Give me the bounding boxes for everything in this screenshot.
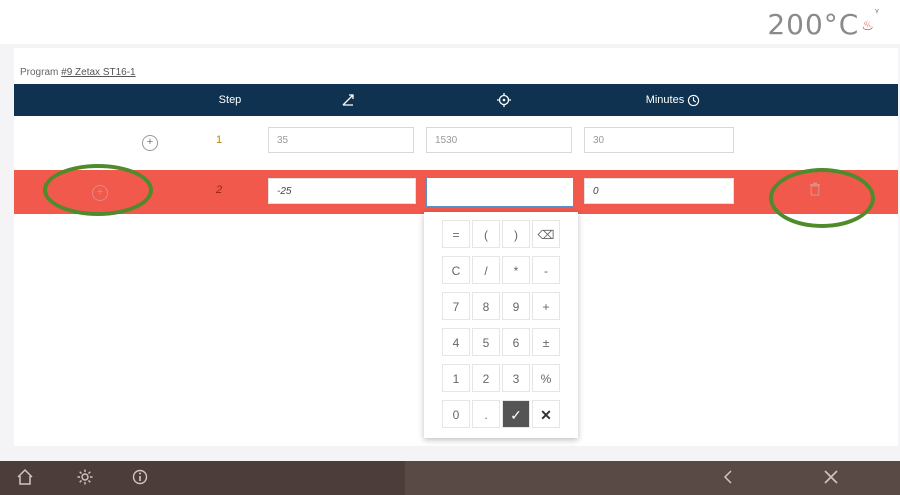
column-step: Step bbox=[218, 94, 242, 106]
key-0[interactable]: 0 bbox=[442, 400, 470, 428]
confirm-check-icon[interactable]: ✓ bbox=[502, 400, 530, 428]
column-minutes-label: Minutes bbox=[645, 94, 685, 106]
key-equals[interactable]: = bbox=[442, 220, 470, 248]
key-open-paren[interactable]: ( bbox=[472, 220, 500, 248]
bottom-nav-bar bbox=[0, 461, 900, 495]
column-minutes: Minutes bbox=[628, 84, 718, 116]
minutes-field[interactable]: 30 bbox=[584, 127, 734, 153]
step-number: 2 bbox=[215, 184, 223, 196]
program-label: Program bbox=[20, 67, 59, 78]
key-close-paren[interactable]: ) bbox=[502, 220, 530, 248]
annotation-circle bbox=[43, 164, 153, 216]
key-multiply[interactable]: * bbox=[502, 256, 530, 284]
info-icon[interactable] bbox=[131, 468, 149, 491]
clock-icon bbox=[688, 94, 700, 106]
table-row[interactable]: + 1 35 1530 30 bbox=[14, 122, 898, 164]
table-header: Step Minutes bbox=[14, 84, 898, 116]
key-2[interactable]: 2 bbox=[472, 364, 500, 392]
rate-field[interactable]: 35 bbox=[268, 127, 414, 153]
key-minus[interactable]: - bbox=[532, 256, 560, 284]
home-icon[interactable] bbox=[16, 468, 34, 491]
annotation-circle bbox=[769, 168, 875, 228]
rate-field[interactable]: -25 bbox=[268, 178, 416, 204]
temperature-value: 200°C bbox=[767, 8, 860, 41]
key-divide[interactable]: / bbox=[472, 256, 500, 284]
flame-icon: ♨ bbox=[861, 18, 875, 34]
gear-icon[interactable] bbox=[76, 468, 94, 491]
key-9[interactable]: 9 bbox=[502, 292, 530, 320]
close-icon[interactable] bbox=[822, 468, 840, 491]
key-4[interactable]: 4 bbox=[442, 328, 470, 356]
signal-icon: ᵞ bbox=[874, 6, 880, 19]
key-5[interactable]: 5 bbox=[472, 328, 500, 356]
numeric-keypad: = ( ) ⌫ C / * - 7 8 9 + 4 5 6 ± 1 2 3 % … bbox=[424, 212, 578, 438]
key-decimal[interactable]: . bbox=[472, 400, 500, 428]
key-percent[interactable]: % bbox=[532, 364, 560, 392]
key-plus-minus[interactable]: ± bbox=[532, 328, 560, 356]
program-breadcrumb: Program #9 Zetax ST16-1 bbox=[20, 67, 136, 78]
plus-circle-icon[interactable]: + bbox=[142, 135, 158, 151]
key-3[interactable]: 3 bbox=[502, 364, 530, 392]
top-bar: 200°C ♨ᵞ bbox=[0, 0, 900, 44]
key-7[interactable]: 7 bbox=[442, 292, 470, 320]
ramp-rate-icon bbox=[336, 84, 360, 116]
program-name-link[interactable]: #9 Zetax ST16-1 bbox=[61, 67, 135, 78]
crosshair-icon bbox=[492, 84, 516, 116]
key-1[interactable]: 1 bbox=[442, 364, 470, 392]
key-plus[interactable]: + bbox=[532, 292, 560, 320]
key-8[interactable]: 8 bbox=[472, 292, 500, 320]
cancel-x-icon[interactable]: ✕ bbox=[532, 400, 560, 428]
step-number: 1 bbox=[215, 134, 223, 146]
chevron-left-icon[interactable] bbox=[720, 468, 738, 491]
key-6[interactable]: 6 bbox=[502, 328, 530, 356]
bottom-nav-left bbox=[0, 461, 405, 495]
key-clear[interactable]: C bbox=[442, 256, 470, 284]
temperature-field[interactable]: 1530 bbox=[426, 127, 572, 153]
temperature-display: 200°C ♨ᵞ bbox=[767, 6, 880, 41]
temperature-field[interactable] bbox=[426, 177, 574, 207]
backspace-icon[interactable]: ⌫ bbox=[532, 220, 560, 248]
minutes-field[interactable]: 0 bbox=[584, 178, 734, 204]
